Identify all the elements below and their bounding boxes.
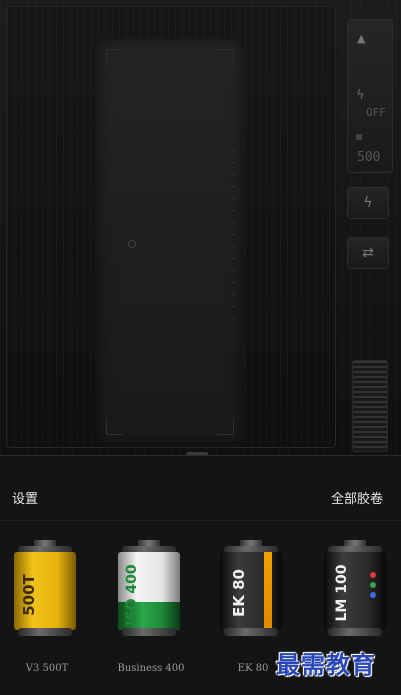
film-item-v3-500t[interactable]: 500T V3 500T (6, 536, 88, 686)
all-films-link[interactable]: 全部胶卷 (331, 488, 383, 507)
watermark-logo: 最需教育 (276, 651, 376, 679)
frame-corner (106, 418, 123, 435)
frame-corner (217, 49, 234, 66)
switch-camera-button[interactable]: ⇄ (347, 237, 389, 269)
film-canister: EK 80 (220, 540, 282, 636)
mountain-icon: ▲ (357, 32, 366, 45)
settings-link[interactable]: 设置 (12, 488, 38, 507)
flash-state: OFF (366, 106, 386, 119)
canister-text: 500T (20, 574, 38, 616)
camera-body: ▲ ϟ OFF 500 ϟ ⇄ (0, 0, 401, 455)
film-name: V3 500T (25, 663, 69, 674)
viewfinder[interactable] (95, 38, 245, 446)
exposure-dial[interactable] (352, 360, 388, 452)
frame-corner (217, 418, 234, 435)
film-item-business-400[interactable]: ISO 400 Business 400 (110, 536, 192, 686)
flash-button[interactable]: ϟ (347, 187, 389, 219)
distance-scale (231, 150, 235, 330)
film-canister: 500T (14, 540, 76, 636)
canister-text: LM 100 (334, 564, 350, 622)
focus-point-icon (128, 240, 136, 248)
iso-value: 500 (357, 150, 381, 165)
canister-text: ISO 400 (124, 564, 140, 626)
bolt-icon: ϟ (363, 195, 373, 211)
film-name: Business 400 (117, 663, 185, 674)
lcd-panel: ▲ ϟ OFF 500 (347, 19, 393, 173)
film-canister: ISO 400 (118, 540, 180, 636)
iso-icon (356, 134, 362, 140)
canister-text: EK 80 (230, 569, 248, 617)
frame-corner (106, 49, 123, 66)
film-canister: LM 100 (324, 540, 386, 636)
bolt-icon: ϟ (356, 88, 365, 103)
switch-camera-icon: ⇄ (362, 245, 374, 261)
drawer-header: 设置 全部胶卷 (0, 456, 401, 521)
